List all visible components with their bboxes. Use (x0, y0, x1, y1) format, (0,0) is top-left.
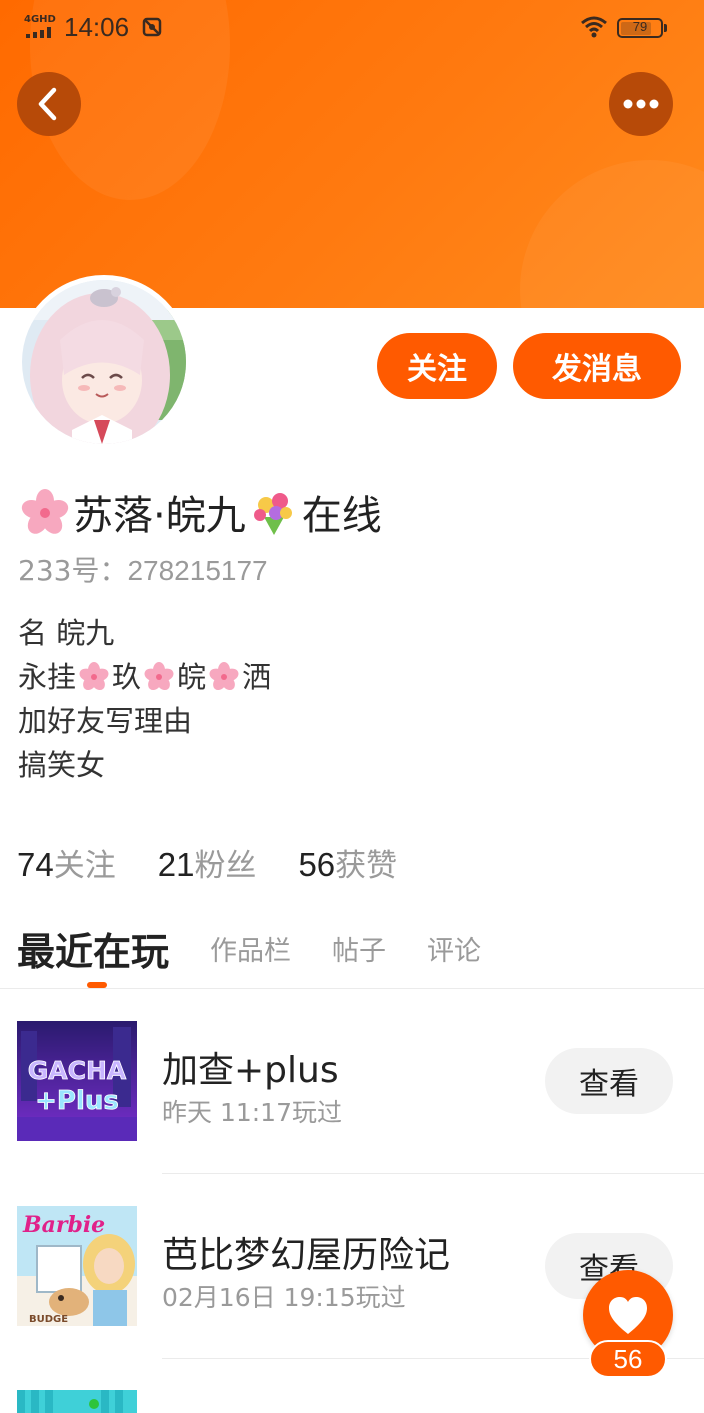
more-dots-icon (623, 99, 659, 109)
profile-tabs: 最近在玩 作品栏 帖子 评论 (17, 918, 522, 978)
status-bar: 4GHD 14:06 79 (0, 0, 704, 58)
bio-text: 洒 (242, 660, 272, 694)
thumb-title: GACHA (28, 1056, 127, 1085)
game-title: 加查+plus (162, 1050, 339, 1091)
stat-label: 获赞 (335, 848, 398, 884)
bio-line: 永挂 玖 皖 洒 (18, 655, 271, 699)
bio-text: 玖 (112, 660, 142, 694)
like-count-badge: 56 (589, 1340, 667, 1378)
user-id: 233号：278215177 (18, 549, 268, 589)
user-id-value: 278215177 (127, 555, 268, 586)
game-icon: Barbie BUDGE (17, 1206, 137, 1326)
tab-recently-played[interactable]: 最近在玩 (17, 921, 169, 976)
bio-line: 加好友写理由 (18, 704, 193, 738)
stat-label: 粉丝 (194, 848, 257, 884)
avatar[interactable] (17, 275, 191, 449)
thumb-subtitle: +Plus (35, 1086, 119, 1116)
network-type: 4GHD (24, 14, 56, 25)
send-message-button[interactable]: 发消息 (513, 333, 681, 399)
more-options-button[interactable] (609, 72, 673, 136)
bio-text: 皖 (177, 660, 207, 694)
profile-bio: 名 皖九 永挂 玖 皖 洒 加好友写理由 搞笑女 (18, 611, 271, 787)
battery-level: 79 (632, 19, 648, 34)
stat-number: 74 (17, 846, 54, 883)
view-button[interactable]: 查看 (545, 1048, 673, 1114)
bio-line: 名 皖九 (18, 616, 115, 650)
game-title: 芭比梦幻屋历险记 (162, 1235, 451, 1276)
last-played-time: 昨天 11:17玩过 (162, 1098, 342, 1127)
divider (0, 988, 704, 989)
back-button[interactable] (17, 72, 81, 136)
profile-name-text: 苏落·皖九 (73, 493, 246, 539)
cherry-blossom-icon (79, 662, 109, 691)
stat-number: 21 (157, 846, 195, 883)
following-count[interactable]: 74关注 (17, 840, 116, 885)
profile-stats: 74关注 21粉丝 56获赞 (17, 840, 439, 886)
online-status-text: 在线 (301, 493, 382, 539)
follow-button[interactable]: 关注 (377, 333, 497, 399)
bouquet-icon (253, 493, 292, 535)
avatar-image (22, 280, 186, 444)
last-played-time: 02月16日 19:15玩过 (162, 1283, 406, 1312)
silent-mode-icon (142, 17, 162, 37)
stat-label: 关注 (53, 848, 116, 884)
list-item[interactable]: GACHA +Plus 加查+plus 昨天 11:17玩过 查看 (0, 1021, 704, 1141)
thumb-brand: Barbie (22, 1212, 105, 1238)
cellular-signal-icon: 4GHD (24, 14, 58, 38)
chevron-left-icon (38, 87, 57, 121)
bio-text: 永挂 (18, 660, 77, 694)
banner-decoration (520, 160, 704, 308)
cherry-blossom-icon (21, 489, 69, 534)
stat-number: 56 (298, 846, 336, 883)
divider (162, 1173, 704, 1174)
tab-comments[interactable]: 评论 (427, 929, 481, 968)
likes-count[interactable]: 56获赞 (298, 840, 397, 885)
wifi-icon (580, 16, 608, 38)
battery-icon: 79 (617, 18, 667, 38)
cherry-blossom-icon (144, 662, 174, 691)
cherry-blossom-icon (209, 662, 239, 691)
followers-count[interactable]: 21粉丝 (158, 840, 257, 885)
tab-posts[interactable]: 帖子 (332, 929, 386, 968)
user-id-label: 233号： (18, 554, 128, 587)
bio-line: 搞笑女 (18, 748, 106, 782)
game-icon[interactable] (17, 1390, 137, 1413)
thumb-subtitle: BUDGE (29, 1314, 68, 1325)
clock: 14:06 (64, 12, 130, 42)
tab-works[interactable]: 作品栏 (210, 929, 291, 968)
profile-name: 苏落·皖九 在线 (17, 484, 382, 540)
game-icon: GACHA +Plus (17, 1021, 137, 1141)
